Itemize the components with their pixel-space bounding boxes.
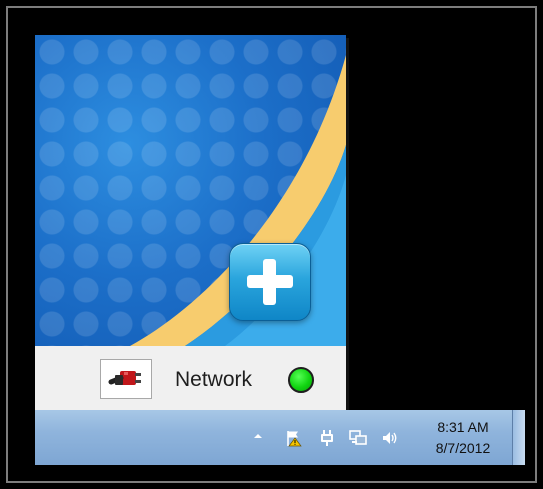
app-popup: Network bbox=[35, 35, 346, 410]
plus-logo-button[interactable] bbox=[229, 243, 311, 321]
network-icon[interactable] bbox=[349, 429, 367, 447]
network-label: Network bbox=[175, 368, 253, 391]
volume-icon[interactable] bbox=[381, 429, 399, 447]
power-plug-icon[interactable] bbox=[318, 429, 336, 447]
connection-status-indicator bbox=[288, 367, 314, 393]
taskbar: 8:31 AM 8/7/2012 bbox=[35, 410, 525, 465]
show-desktop-button[interactable] bbox=[512, 410, 525, 465]
popup-shadow bbox=[346, 38, 349, 410]
action-center-flag-icon[interactable] bbox=[285, 429, 303, 447]
network-app-icon[interactable] bbox=[100, 359, 152, 399]
clock-time[interactable]: 8:31 AM bbox=[431, 419, 495, 435]
splash-banner bbox=[35, 35, 346, 346]
network-status-row: Network bbox=[35, 346, 346, 410]
chevron-up-icon[interactable] bbox=[252, 430, 264, 442]
clock-date[interactable]: 8/7/2012 bbox=[431, 440, 495, 456]
plug-cable-icon bbox=[108, 371, 141, 385]
